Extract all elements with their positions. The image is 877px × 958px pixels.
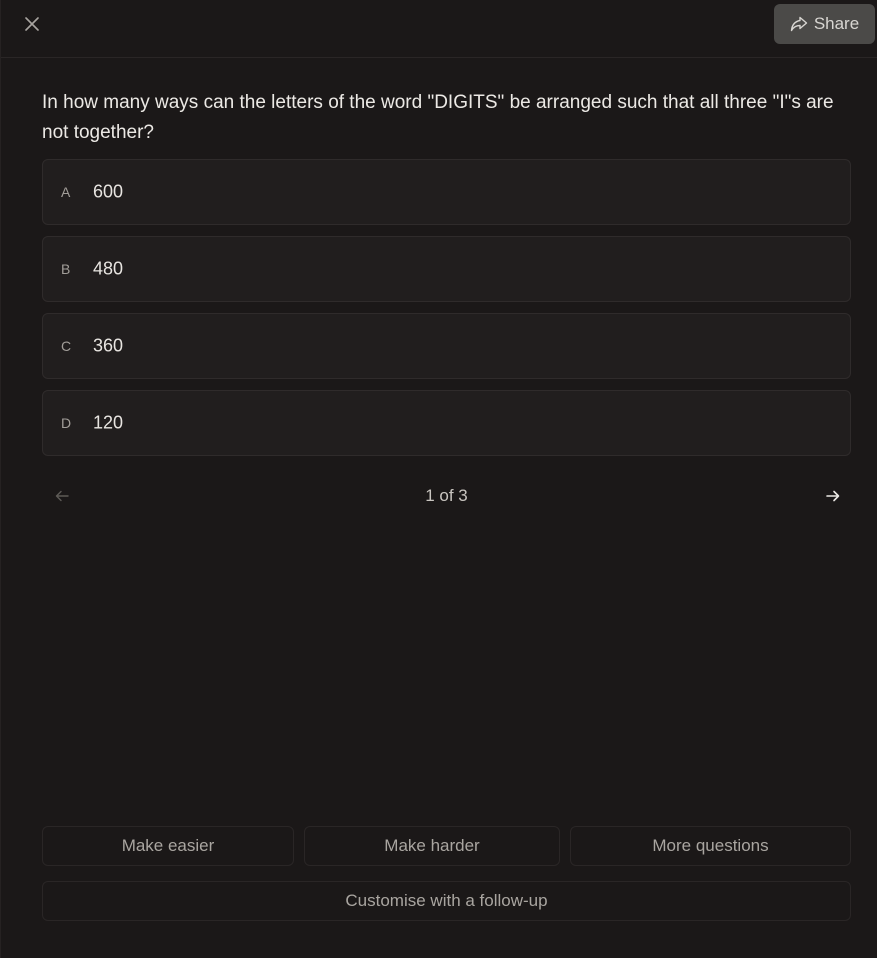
option-letter: D — [61, 415, 72, 431]
arrow-right-icon — [826, 490, 840, 502]
answer-option-b[interactable]: B 480 — [42, 236, 851, 302]
answer-option-a[interactable]: A 600 — [42, 159, 851, 225]
more-questions-label: More questions — [652, 836, 769, 855]
option-letter: B — [61, 261, 71, 277]
answer-option-c[interactable]: C 360 — [42, 313, 851, 379]
share-label: Share — [813, 14, 860, 33]
question-text: In how many ways can the letters of the … — [42, 92, 834, 143]
make-harder-label: Make harder — [384, 836, 480, 855]
close-icon — [25, 17, 39, 31]
option-value: 600 — [93, 181, 124, 202]
page-indicator: 1 of 3 — [425, 486, 468, 505]
answer-option-d[interactable]: D 120 — [42, 390, 851, 456]
more-questions-button[interactable]: More questions — [570, 826, 851, 866]
close-button[interactable] — [19, 11, 45, 37]
option-letter: C — [61, 338, 72, 354]
option-value: 480 — [93, 258, 124, 279]
question-pager: 1 of 3 — [42, 478, 851, 516]
quiz-panel: Share In how many ways can the letters o… — [0, 0, 877, 958]
top-bar: Share — [1, 0, 877, 58]
next-question-button[interactable] — [821, 484, 845, 508]
option-letter: A — [61, 184, 71, 200]
share-button[interactable]: Share — [774, 4, 875, 44]
share-arrow-icon — [790, 16, 808, 32]
make-easier-button[interactable]: Make easier — [42, 826, 294, 866]
option-value: 120 — [93, 412, 124, 433]
make-harder-button[interactable]: Make harder — [304, 826, 560, 866]
customise-follow-up-button[interactable]: Customise with a follow-up — [42, 881, 851, 921]
make-easier-label: Make easier — [121, 836, 215, 855]
customise-follow-up-label: Customise with a follow-up — [345, 891, 548, 910]
option-value: 360 — [93, 335, 124, 356]
